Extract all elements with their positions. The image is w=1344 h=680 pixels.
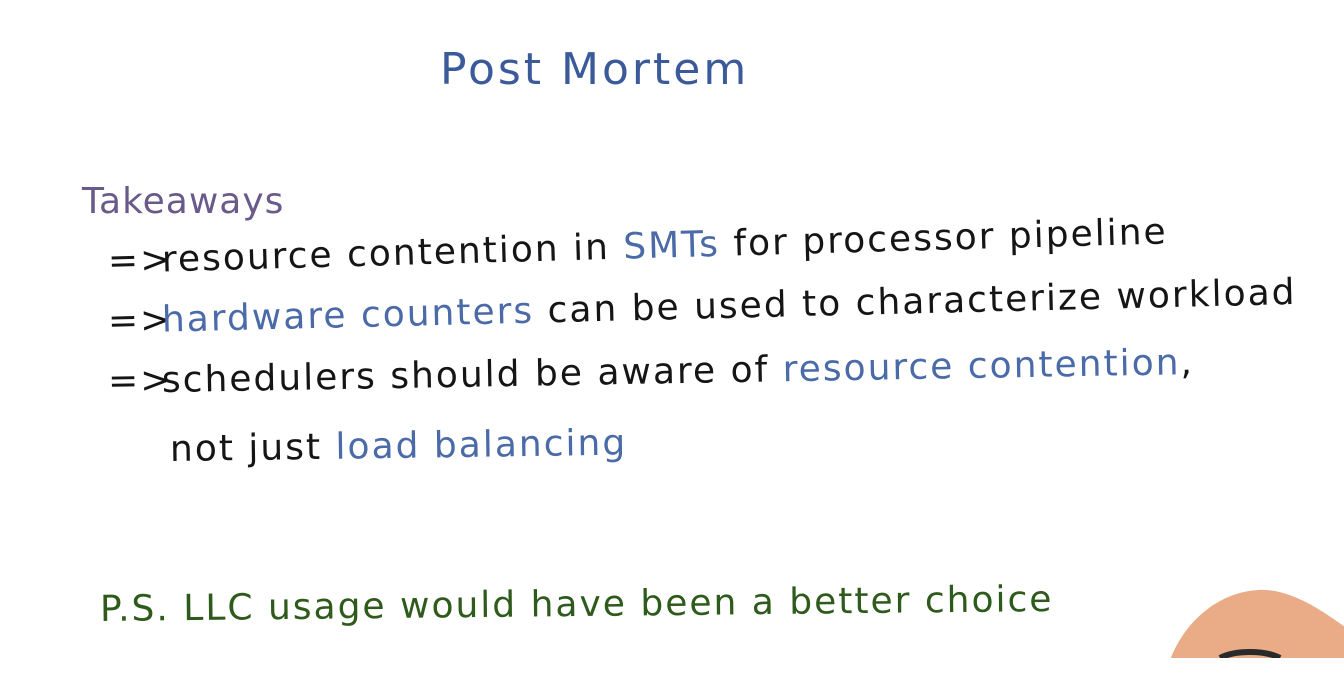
takeaway-text: schedulers should be aware of [161, 349, 784, 402]
takeaway-highlight: hardware counters [161, 290, 535, 341]
takeaway-line-3-continued: not just load balancing [169, 422, 628, 470]
takeaway-text: not just [169, 426, 336, 470]
arrow-icon: => [107, 299, 173, 342]
takeaway-line-1: =>resource contention in SMTs for proces… [107, 211, 1169, 282]
bottom-border [0, 658, 1344, 680]
postscript-note: P.S. LLC usage would have been a better … [99, 579, 1054, 630]
takeaway-text: for processor pipeline [719, 211, 1169, 265]
takeaway-text: , [1180, 342, 1195, 384]
arrow-icon: => [107, 359, 173, 402]
takeaway-highlight: load balancing [335, 422, 628, 468]
takeaway-line-2: =>hardware counters can be used to chara… [107, 271, 1297, 342]
takeaway-highlight: resource contention [782, 342, 1181, 391]
takeaway-line-3: =>schedulers should be aware of resource… [107, 342, 1195, 402]
presenter-hand-icon [1170, 589, 1344, 670]
takeaway-highlight: SMTs [622, 223, 721, 268]
slide-title: Post Mortem [440, 44, 750, 95]
whiteboard: Post Mortem Takeaways =>resource content… [0, 0, 1344, 670]
section-heading: Takeaways [82, 181, 285, 222]
arrow-icon: => [107, 239, 173, 282]
takeaway-text: can be used to characterize workload [533, 271, 1297, 332]
takeaway-text: resource contention in [161, 226, 624, 281]
